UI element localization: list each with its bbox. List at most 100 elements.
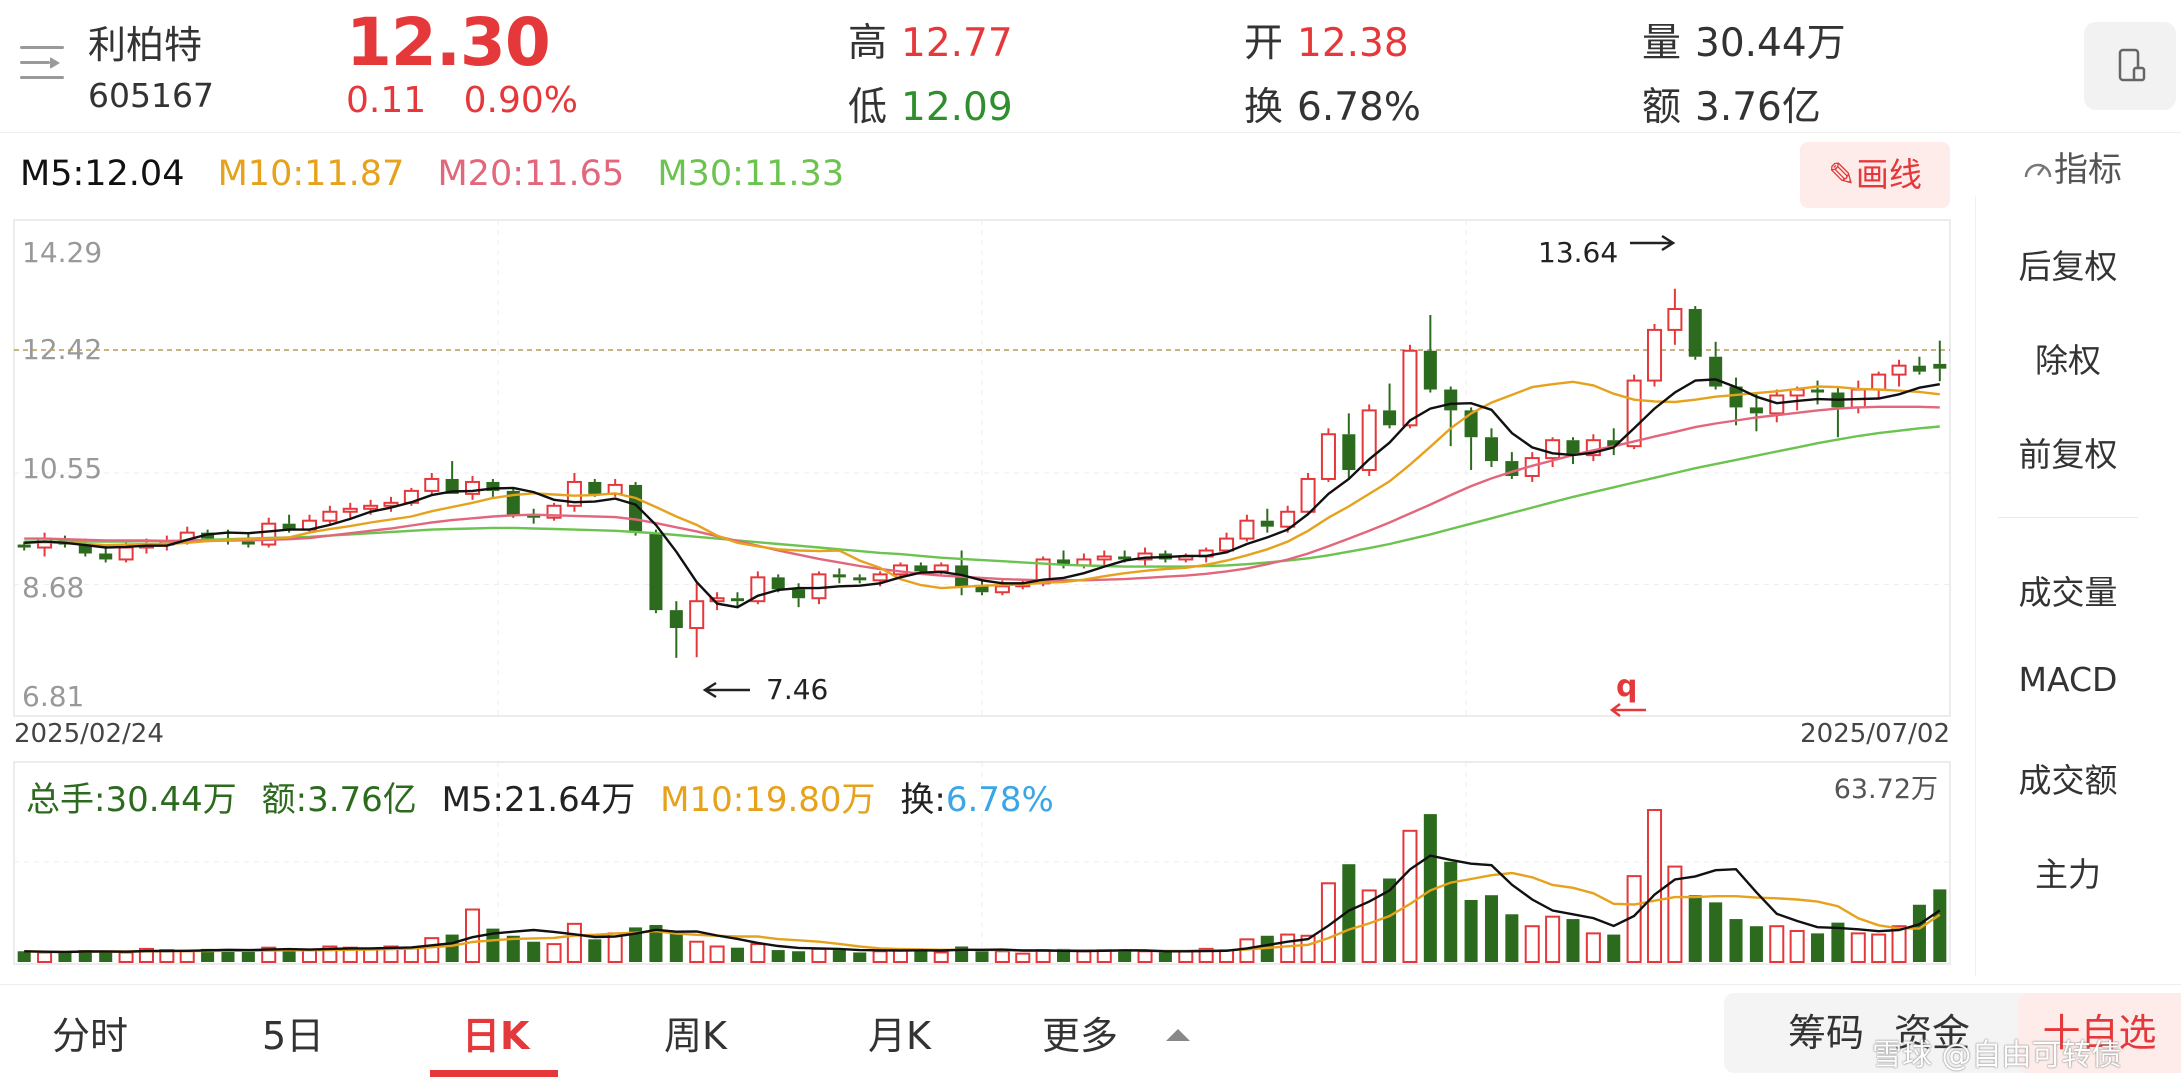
volume-total: 总手:30.44万 xyxy=(26,780,237,820)
side-item-ex-rights[interactable]: 除权 xyxy=(1980,334,2156,382)
volume-bar-down xyxy=(588,939,602,962)
candle-body-down xyxy=(771,577,785,590)
min-price-label: 7.46 xyxy=(766,673,828,706)
volume-bar-down xyxy=(1607,934,1621,962)
side-item-pre-adjust[interactable]: 前复权 xyxy=(1980,428,2156,476)
ma30-line xyxy=(24,425,1940,568)
caret-up-icon xyxy=(1166,1029,1191,1041)
tab-5day[interactable]: 5日 xyxy=(262,1005,324,1060)
tabs-divider xyxy=(0,984,2181,985)
candle-body-up xyxy=(118,546,134,561)
volume-bar-up xyxy=(994,950,1010,964)
volume-bar-up xyxy=(1850,932,1866,963)
candle-body-down xyxy=(99,553,113,560)
volume-bar-up xyxy=(750,943,766,964)
gauge-icon xyxy=(2024,163,2052,178)
volume-bar-up xyxy=(1137,950,1153,964)
candle-body-up xyxy=(1626,379,1642,448)
volume-bar-down xyxy=(1912,904,1926,962)
volume-bar-down xyxy=(1749,926,1763,962)
candle-body-up xyxy=(1545,439,1561,460)
side-item-amount[interactable]: 成交额 xyxy=(1980,754,2156,802)
volume-bar-down xyxy=(1118,951,1132,962)
candle-body-up xyxy=(1667,308,1683,331)
tab-more-label: 更多 xyxy=(1042,1014,1119,1058)
volume-bar-up xyxy=(566,922,582,963)
candle-body-down xyxy=(914,565,928,572)
signal-marker-icon: q xyxy=(1609,669,1646,717)
candle-body-down xyxy=(1342,434,1356,471)
volume-bar-down xyxy=(99,951,113,962)
side-item-post-adjust[interactable]: 后复权 xyxy=(1980,240,2156,288)
y-tick: 6.81 xyxy=(22,680,84,713)
volume-bar-down xyxy=(527,941,541,962)
candle-body-up xyxy=(994,585,1010,594)
volume-bar-down xyxy=(17,951,31,962)
indicator-button[interactable]: 指标 xyxy=(2022,142,2122,191)
price-y-ticks: 14.29 12.42 10.55 8.68 6.81 xyxy=(22,236,102,713)
volume-bar-up xyxy=(1402,829,1418,964)
volume-bar-down xyxy=(1729,919,1743,962)
volume-bar-up xyxy=(546,943,562,964)
volume-bar-down xyxy=(1464,899,1478,962)
candle-body-down xyxy=(1260,520,1274,527)
volume-bar-down xyxy=(1933,889,1947,962)
tab-daily-k[interactable]: 日K xyxy=(462,1005,529,1060)
candle-body-up xyxy=(342,507,358,513)
max-arrow-icon xyxy=(1630,234,1676,252)
candle-body-down xyxy=(669,610,683,629)
side-item-macd[interactable]: MACD xyxy=(1980,660,2156,699)
side-item-volume[interactable]: 成交量 xyxy=(1980,566,2156,614)
candle-body-up xyxy=(1320,433,1336,480)
svg-text:q: q xyxy=(1616,669,1637,704)
candle-body-down xyxy=(1933,363,1947,369)
candle-body-up xyxy=(1239,519,1255,540)
x-label-end: 2025/07/02 xyxy=(1800,719,1950,749)
volume-bar-down xyxy=(975,951,989,962)
volume-bar-up xyxy=(118,951,134,963)
tab-more[interactable]: 更多 xyxy=(1042,1005,1191,1060)
volume-bar-up xyxy=(933,951,949,963)
candle-body-up xyxy=(689,600,705,630)
phone-rotate-icon xyxy=(2118,48,2146,82)
volume-bar-up xyxy=(1524,925,1540,963)
max-price-label: 13.64 xyxy=(1538,236,1618,269)
min-arrow-icon xyxy=(702,681,750,699)
candle-body-down xyxy=(1444,389,1458,411)
y-tick: 8.68 xyxy=(22,571,84,604)
volume-bar-down xyxy=(1811,933,1825,962)
candle-body-up xyxy=(1361,409,1377,472)
side-item-main-force[interactable]: 主力 xyxy=(1980,848,2156,896)
candle-body-up xyxy=(1891,364,1907,376)
candle-body-up xyxy=(424,477,440,492)
candle-body-down xyxy=(730,598,744,602)
volume-bar-up xyxy=(179,950,195,964)
volume-bar-up xyxy=(1178,950,1194,964)
volume-bar-up xyxy=(1769,925,1785,963)
candle-body-up xyxy=(1769,394,1785,415)
candle-body-down xyxy=(1912,365,1926,372)
volume-bar-up xyxy=(1035,949,1051,963)
candle-body-down xyxy=(649,532,663,611)
tab-intraday[interactable]: 分时 xyxy=(52,1005,128,1060)
volume-bar-up xyxy=(1585,932,1601,963)
volume-bar-down xyxy=(832,950,846,962)
volume-bar-up xyxy=(1646,809,1663,963)
volume-legend: 总手:30.44万 额:3.76亿 M5:21.64万 M10:19.80万 换… xyxy=(26,772,1054,821)
volume-bar-up xyxy=(1789,929,1805,963)
volume-bar-up xyxy=(1280,933,1296,964)
volume-bar-up xyxy=(709,945,725,964)
volume-bar-up xyxy=(1076,950,1092,964)
y-tick: 14.29 xyxy=(22,236,102,269)
kline-chart[interactable]: 14.29 12.42 10.55 8.68 6.81 13.64 7.46 q… xyxy=(0,0,1960,980)
volume-bar-down xyxy=(1566,919,1580,962)
volume-bar-up xyxy=(424,937,440,963)
candle-body-down xyxy=(241,541,255,545)
volume-bar-down xyxy=(1444,861,1458,962)
tab-weekly-k[interactable]: 周K xyxy=(664,1005,727,1060)
tab-monthly-k[interactable]: 月K xyxy=(868,1005,931,1060)
rotate-screen-button[interactable] xyxy=(2084,22,2176,110)
volume-bar-down xyxy=(771,950,785,962)
volume-bar-up xyxy=(872,950,888,964)
active-tab-indicator xyxy=(430,1070,558,1077)
